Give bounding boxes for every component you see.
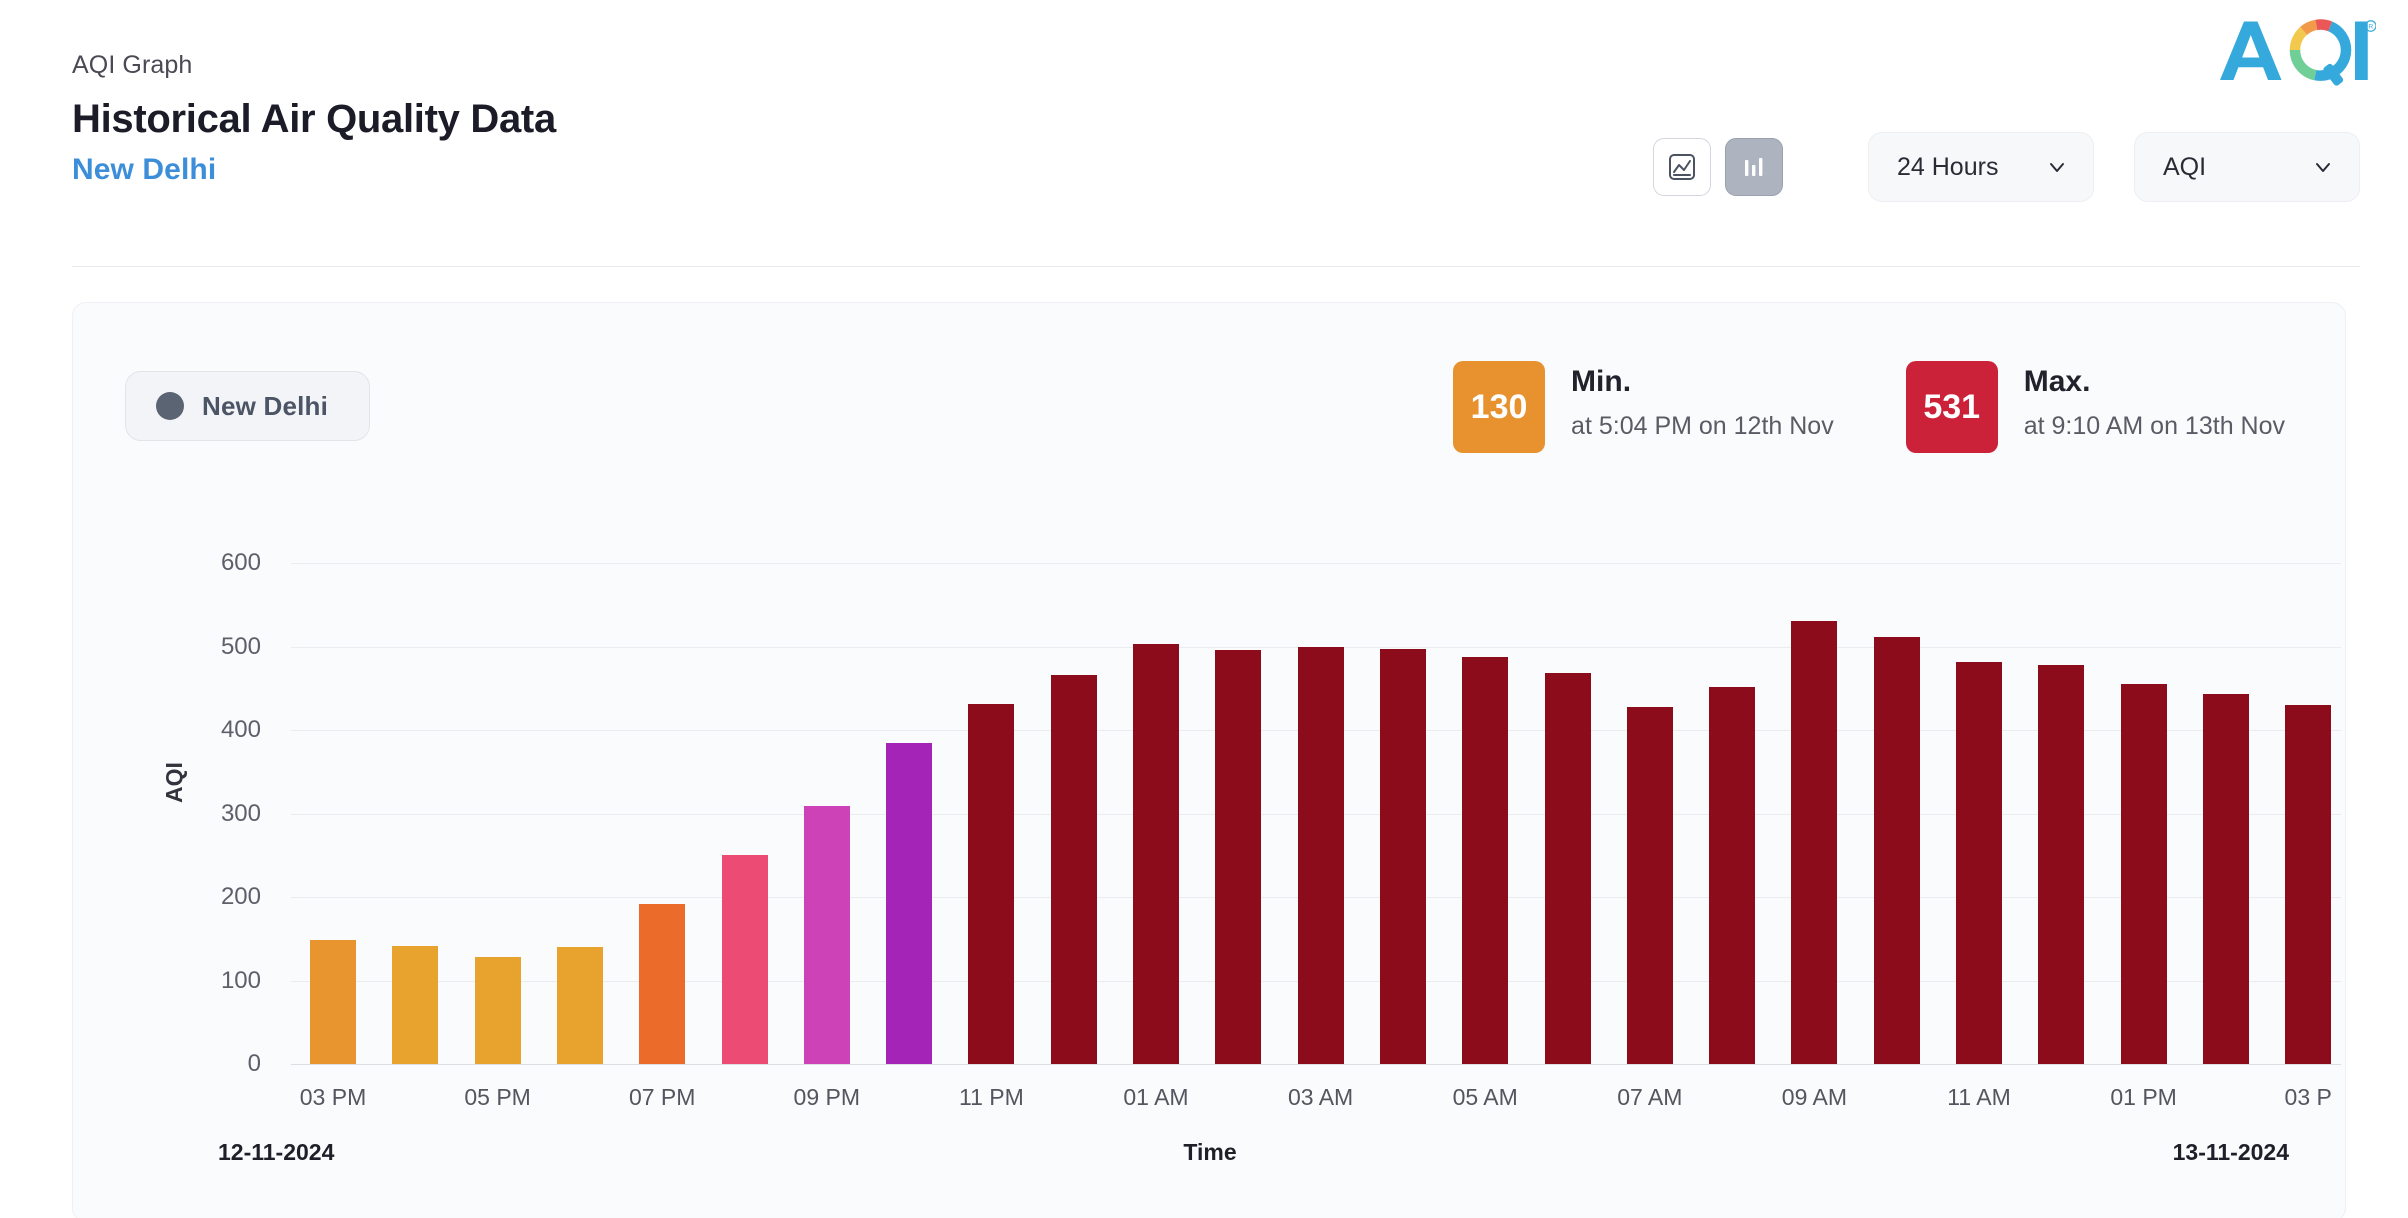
bar[interactable] [1050,674,1097,1064]
bar[interactable] [474,957,521,1064]
y-tick-label: 300 [220,799,261,827]
bar[interactable] [1379,649,1426,1064]
bar[interactable] [803,806,850,1064]
metric-select[interactable]: AQI [2134,132,2360,202]
x-tick-label: 05 PM [464,1084,531,1110]
gridline [291,1064,2341,1065]
x-tick-label: 11 PM [959,1084,1024,1110]
y-tick-label: 0 [247,1050,261,1077]
bar[interactable] [392,946,439,1064]
gridline [291,563,2341,564]
bar[interactable] [2202,694,2249,1064]
date-start-label: 12-11-2024 [218,1139,335,1165]
metric-value: AQI [2163,152,2207,181]
bar[interactable] [886,742,933,1064]
bar[interactable] [1462,657,1509,1064]
line-chart-icon [1667,152,1697,182]
bar[interactable] [968,704,1015,1064]
bar[interactable] [1709,686,1756,1064]
city-name: New Delhi [72,153,217,187]
x-tick-label: 01 AM [1123,1084,1189,1110]
svg-text:R: R [2368,24,2373,31]
chevron-down-icon [2045,155,2069,179]
header-controls: 24 Hours AQI [1653,132,2360,202]
aqi-bar-chart: AQI 0 100 200 300 400 500 600 03 PM 05 PM 07 PM 0… [73,303,2345,1218]
bar[interactable] [310,940,356,1064]
chart-card: New Delhi 130 Min. at 5:04 PM on 12th No… [72,302,2346,1218]
bar[interactable] [1297,647,1344,1064]
x-tick-label: 03 P [2284,1084,2332,1110]
x-tick-label: 09 AM [1781,1084,1847,1110]
x-tick-label: 05 AM [1452,1084,1518,1110]
breadcrumb: AQI Graph [72,51,193,79]
bar-chart-icon [1739,152,1769,182]
y-tick-label: 200 [220,883,261,910]
x-tick-label: 07 PM [628,1084,696,1110]
bar[interactable] [1873,637,1920,1064]
bar[interactable] [556,947,603,1064]
bar[interactable] [2038,664,2085,1064]
header-divider [72,266,2360,267]
x-tick-label: 11 AM [1947,1084,2011,1110]
bar[interactable] [639,903,686,1064]
y-tick-label: 400 [220,716,261,743]
page-header: AQI Graph Historical Air Quality Data Ne… [0,0,2408,268]
bar[interactable] [2285,704,2332,1064]
time-range-value: 24 Hours [1897,152,1999,181]
bar[interactable] [2120,684,2167,1064]
bar[interactable] [1956,662,2002,1064]
time-range-select[interactable]: 24 Hours [1868,132,2094,202]
chevron-down-icon [2311,155,2335,179]
y-tick-label: 100 [220,966,261,994]
aqi-logo: R [2211,14,2377,86]
aqi-historical-page: AQI Graph Historical Air Quality Data Ne… [0,0,2408,1218]
y-tick-label: 600 [220,549,261,576]
bar[interactable] [1133,644,1179,1064]
x-tick-label: 01 PM [2110,1084,2177,1110]
bar-chart-view-button[interactable] [1725,138,1783,196]
x-tick-label: 09 PM [793,1084,861,1110]
x-tick-label: 03 AM [1287,1084,1354,1110]
x-tick-label: 03 PM [299,1084,367,1110]
line-chart-view-button[interactable] [1653,138,1711,196]
page-title: Historical Air Quality Data [72,96,556,141]
date-end-label: 13-11-2024 [2172,1139,2289,1165]
bar[interactable] [721,855,768,1064]
y-axis-title: AQI [161,762,187,803]
bar[interactable] [1215,649,1262,1064]
x-axis-title: Time [1183,1139,1237,1165]
bar[interactable] [1791,620,1838,1064]
y-tick-label: 500 [220,632,261,660]
bar[interactable] [1544,673,1591,1064]
bar[interactable] [1626,706,1673,1064]
x-tick-label: 07 AM [1617,1084,1683,1110]
header-titles: AQI Graph Historical Air Quality Data Ne… [72,51,556,187]
